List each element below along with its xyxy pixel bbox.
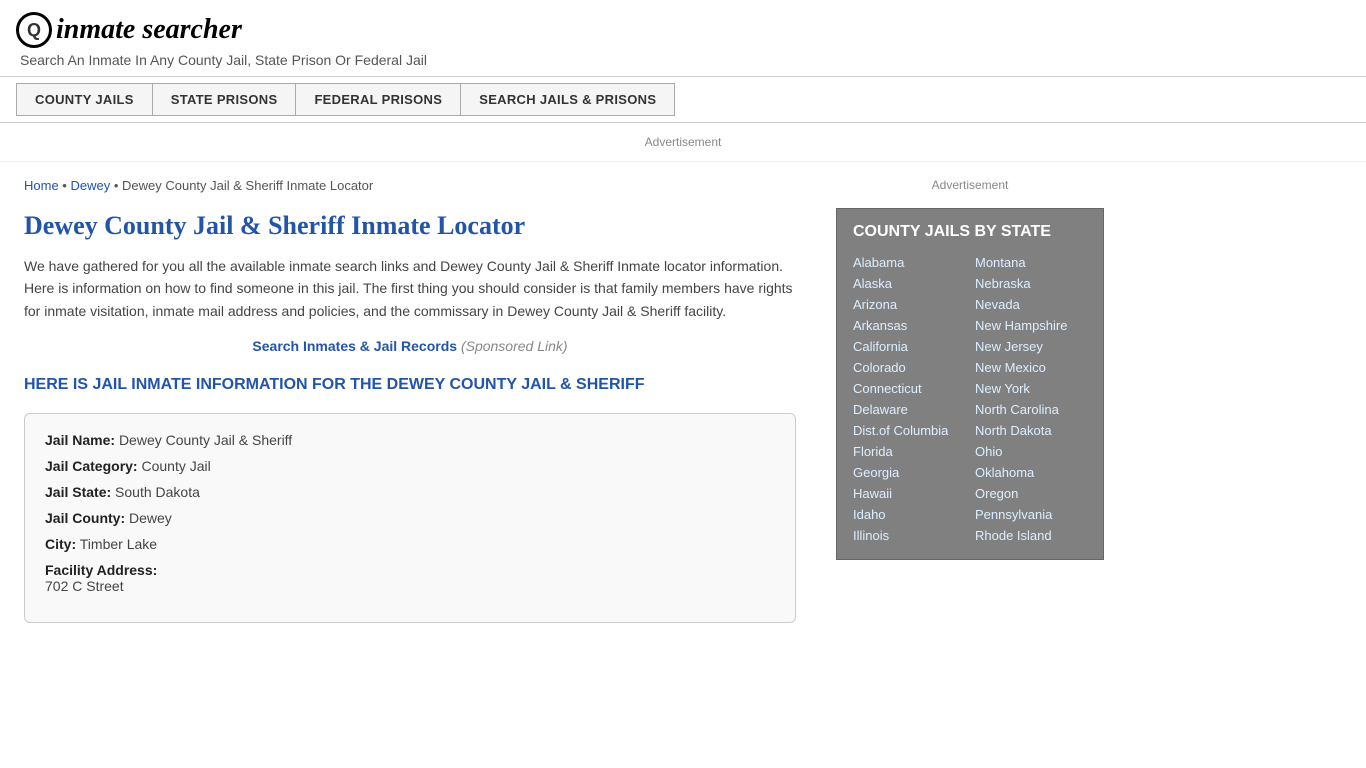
jail-state-label: Jail State: xyxy=(45,484,111,500)
state-link[interactable]: Arizona xyxy=(853,295,965,314)
breadcrumb-current: Dewey County Jail & Sheriff Inmate Locat… xyxy=(122,178,373,193)
breadcrumb-parent[interactable]: Dewey xyxy=(70,178,110,193)
state-link[interactable]: Arkansas xyxy=(853,316,965,335)
state-link[interactable]: Hawaii xyxy=(853,484,965,503)
site-header: Q inmate searcher Search An Inmate In An… xyxy=(0,0,1366,76)
county-jails-title: COUNTY JAILS BY STATE xyxy=(853,223,1087,241)
state-link[interactable]: Montana xyxy=(975,253,1087,272)
nav-bar: COUNTY JAILS STATE PRISONS FEDERAL PRISO… xyxy=(0,76,1366,123)
tagline: Search An Inmate In Any County Jail, Sta… xyxy=(20,52,1350,68)
state-link[interactable]: North Dakota xyxy=(975,421,1087,440)
state-link[interactable]: New Hampshire xyxy=(975,316,1087,335)
nav-search-jails[interactable]: SEARCH JAILS & PRISONS xyxy=(461,83,675,116)
facility-address-row: Facility Address: 702 C Street xyxy=(45,562,775,594)
section-heading: HERE IS JAIL INMATE INFORMATION FOR THE … xyxy=(24,374,796,396)
nav-federal-prisons[interactable]: FEDERAL PRISONS xyxy=(296,83,461,116)
state-link[interactable]: Florida xyxy=(853,442,965,461)
nav-county-jails[interactable]: COUNTY JAILS xyxy=(16,83,153,116)
city-row: City: Timber Lake xyxy=(45,536,775,552)
info-box: Jail Name: Dewey County Jail & Sheriff J… xyxy=(24,413,796,623)
jail-category-label: Jail Category: xyxy=(45,458,138,474)
jail-category-row: Jail Category: County Jail xyxy=(45,458,775,474)
state-link[interactable]: Nevada xyxy=(975,295,1087,314)
jail-county-label: Jail County: xyxy=(45,510,125,526)
facility-address-value: 702 C Street xyxy=(45,578,775,594)
state-link[interactable]: New York xyxy=(975,379,1087,398)
nav-state-prisons[interactable]: STATE PRISONS xyxy=(153,83,297,116)
page-description: We have gathered for you all the availab… xyxy=(24,255,796,322)
state-link[interactable]: Idaho xyxy=(853,505,965,524)
state-link[interactable]: Ohio xyxy=(975,442,1087,461)
state-link[interactable]: Oregon xyxy=(975,484,1087,503)
states-grid: Alabama Montana Alaska Nebraska Arizona Nevad… xyxy=(853,253,1087,545)
state-link[interactable]: Delaware xyxy=(853,400,965,419)
ad-banner-top: Advertisement xyxy=(0,123,1366,162)
jail-county-value: Dewey xyxy=(129,510,172,526)
sidebar: Advertisement COUNTY JAILS BY STATE Alab… xyxy=(820,162,1120,639)
jail-name-value: Dewey County Jail & Sheriff xyxy=(119,432,292,448)
sponsored-suffix: (Sponsored Link) xyxy=(461,338,568,354)
jail-state-row: Jail State: South Dakota xyxy=(45,484,775,500)
page-title: Dewey County Jail & Sheriff Inmate Locat… xyxy=(24,211,796,241)
city-label: City: xyxy=(45,536,76,552)
state-link[interactable]: New Jersey xyxy=(975,337,1087,356)
sidebar-ad: Advertisement xyxy=(836,170,1104,208)
facility-address-label: Facility Address: xyxy=(45,562,157,578)
logo-icon: Q xyxy=(16,12,52,48)
county-jails-by-state-box: COUNTY JAILS BY STATE Alabama Montana Alas… xyxy=(836,208,1104,560)
content-area: Home • Dewey • Dewey County Jail & Sheri… xyxy=(0,162,820,639)
state-link[interactable]: Colorado xyxy=(853,358,965,377)
jail-category-value: County Jail xyxy=(141,458,210,474)
jail-county-row: Jail County: Dewey xyxy=(45,510,775,526)
state-link[interactable]: Oklahoma xyxy=(975,463,1087,482)
state-link[interactable]: California xyxy=(853,337,965,356)
state-link[interactable]: Georgia xyxy=(853,463,965,482)
logo-text: inmate searcher xyxy=(56,14,242,46)
city-value: Timber Lake xyxy=(80,536,157,552)
state-link[interactable]: New Mexico xyxy=(975,358,1087,377)
jail-state-value: South Dakota xyxy=(115,484,200,500)
main-layout: Home • Dewey • Dewey County Jail & Sheri… xyxy=(0,162,1366,639)
sponsored-link-area: Search Inmates & Jail Records (Sponsored… xyxy=(24,338,796,354)
state-link[interactable]: Rhode Island xyxy=(975,526,1087,545)
state-link[interactable]: Alaska xyxy=(853,274,965,293)
state-link[interactable]: Nebraska xyxy=(975,274,1087,293)
state-link[interactable]: Connecticut xyxy=(853,379,965,398)
logo-area: Q inmate searcher xyxy=(16,12,1350,48)
jail-name-label: Jail Name: xyxy=(45,432,115,448)
breadcrumb-home[interactable]: Home xyxy=(24,178,59,193)
state-link[interactable]: Pennsylvania xyxy=(975,505,1087,524)
state-link[interactable]: Dist.of Columbia xyxy=(853,421,965,440)
state-link[interactable]: Alabama xyxy=(853,253,965,272)
state-link[interactable]: Illinois xyxy=(853,526,965,545)
jail-name-row: Jail Name: Dewey County Jail & Sheriff xyxy=(45,432,775,448)
sponsored-link[interactable]: Search Inmates & Jail Records xyxy=(252,338,457,354)
state-link[interactable]: North Carolina xyxy=(975,400,1087,419)
breadcrumb: Home • Dewey • Dewey County Jail & Sheri… xyxy=(24,178,796,193)
